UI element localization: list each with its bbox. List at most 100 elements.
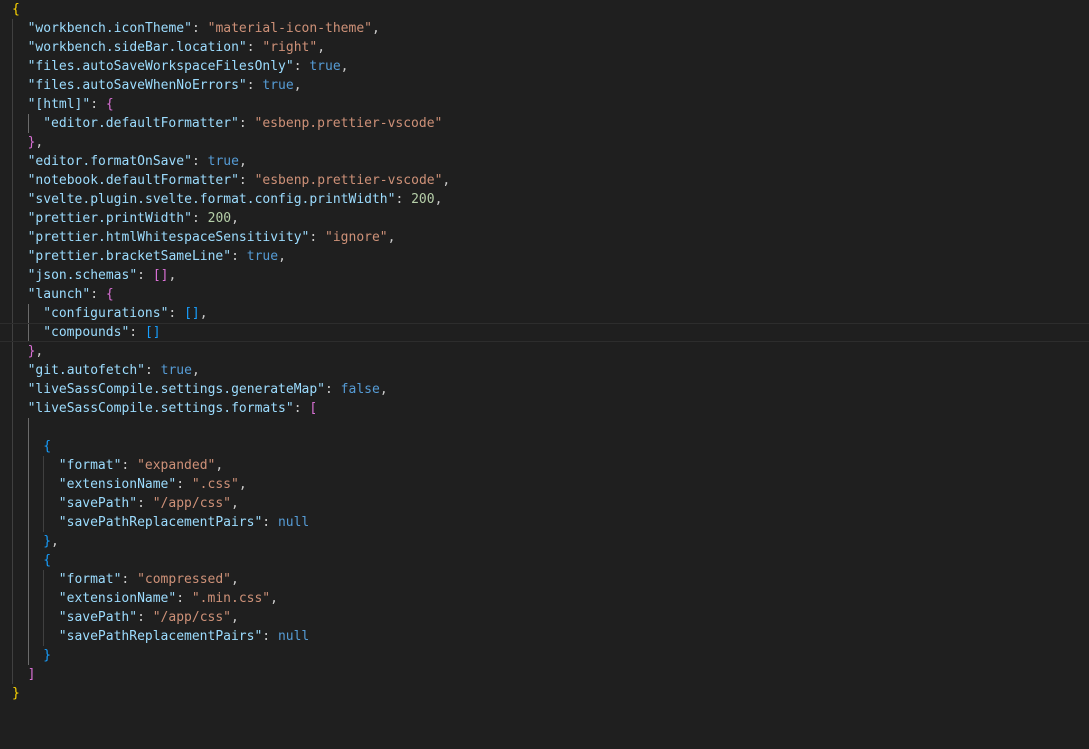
code-line[interactable]: "savePathReplacementPairs": null [0,627,1089,646]
code-line[interactable]: "liveSassCompile.settings.formats": [ [0,399,1089,418]
code-line[interactable]: "format": "expanded", [0,456,1089,475]
code-token: , [168,268,177,283]
code-line-content: "editor.formatOnSave": true, [28,152,247,171]
code-token: [ [309,401,318,416]
code-line[interactable]: "prettier.htmlWhitespaceSensitivity": "i… [0,228,1089,247]
code-line-content: "savePath": "/app/css", [59,608,239,627]
code-token: , [442,173,451,188]
code-line[interactable]: "editor.defaultFormatter": "esbenp.prett… [0,114,1089,133]
code-line[interactable]: "liveSassCompile.settings.generateMap": … [0,380,1089,399]
code-token: "extensionName" [58,591,177,606]
code-line-content: } [43,646,51,665]
code-token: , [293,78,302,93]
code-line[interactable]: "workbench.sideBar.location": "right", [0,38,1089,57]
code-token: : [191,211,208,226]
code-line-content: "files.autoSaveWorkspaceFilesOnly": true… [28,57,349,76]
code-token: "prettier.htmlWhitespaceSensitivity" [27,230,310,245]
code-token: , [372,21,380,36]
code-token: "launch" [27,287,91,302]
code-line[interactable]: "[html]": { [0,95,1089,114]
code-line[interactable]: "launch": { [0,285,1089,304]
code-token: true [246,249,279,264]
code-line[interactable]: "notebook.defaultFormatter": "esbenp.pre… [0,171,1089,190]
code-token: true [262,78,294,93]
code-line[interactable]: "prettier.bracketSameLine": true, [0,247,1089,266]
code-token: , [238,477,247,492]
code-line-content: } [12,684,20,703]
code-line[interactable]: "extensionName": ".min.css", [0,589,1089,608]
code-line[interactable]: "files.autoSaveWorkspaceFilesOnly": true… [0,57,1089,76]
code-line[interactable]: "git.autofetch": true, [0,361,1089,380]
code-token: : [238,116,255,131]
code-line-content: "[html]": { [28,95,114,114]
code-token: : [137,268,153,283]
code-token: [] [184,306,200,321]
code-token: : [137,610,153,625]
code-token: "right" [262,40,318,55]
code-token: "compounds" [43,325,130,340]
code-line-content: ] [28,665,36,684]
code-token: "workbench.iconTheme" [27,21,192,36]
code-token: true [207,154,239,169]
code-line-content: }, [43,532,59,551]
code-token: { [43,553,52,568]
code-token: : [395,192,412,207]
code-line[interactable]: } [0,684,1089,703]
code-token: "savePath" [58,610,138,625]
code-line[interactable]: "prettier.printWidth": 200, [0,209,1089,228]
code-line[interactable]: }, [0,342,1089,361]
code-token: , [199,306,208,321]
code-token: , [379,382,388,397]
code-line[interactable]: ] [0,665,1089,684]
current-code-line[interactable]: "compounds": [] [0,323,1089,342]
code-line[interactable]: } [0,646,1089,665]
code-line-content: "prettier.bracketSameLine": true, [28,247,286,266]
code-line[interactable]: "format": "compressed", [0,570,1089,589]
code-token: , [231,610,239,625]
code-token: "format" [58,458,122,473]
code-token: , [231,496,239,511]
code-token: "extensionName" [58,477,177,492]
code-token: [] [152,268,169,283]
code-line-content: "configurations": [], [43,304,207,323]
code-token: , [387,230,396,245]
code-token: "expanded" [137,458,216,473]
code-line-content: "extensionName": ".min.css", [59,589,278,608]
code-line[interactable]: "editor.formatOnSave": true, [0,152,1089,171]
code-token: { [105,97,114,112]
code-token: , [317,40,326,55]
code-editor[interactable]: {"workbench.iconTheme": "material-icon-t… [0,0,1089,749]
code-line[interactable]: "svelte.plugin.svelte.format.config.prin… [0,190,1089,209]
code-line[interactable]: "savePathReplacementPairs": null [0,513,1089,532]
code-token: 200 [207,211,232,226]
code-line[interactable]: }, [0,133,1089,152]
code-line-content: "prettier.printWidth": 200, [28,209,239,228]
code-line-content: "extensionName": ".css", [59,475,247,494]
code-token: : [262,515,278,530]
code-token: : [293,401,310,416]
code-line-content: "launch": { [28,285,114,304]
code-line[interactable] [0,418,1089,437]
code-token: : [238,173,255,188]
code-line[interactable]: { [0,0,1089,19]
code-line[interactable]: }, [0,532,1089,551]
code-token: ] [27,667,36,682]
code-token: "esbenp.prettier-vscode" [254,116,443,131]
code-line[interactable]: "files.autoSaveWhenNoErrors": true, [0,76,1089,95]
code-line[interactable]: "json.schemas": [], [0,266,1089,285]
code-line[interactable]: "extensionName": ".css", [0,475,1089,494]
code-line[interactable]: { [0,551,1089,570]
code-line[interactable]: "savePath": "/app/css", [0,494,1089,513]
code-token: : [90,97,106,112]
code-token: : [137,496,153,511]
code-line[interactable]: "configurations": [], [0,304,1089,323]
code-token: , [238,154,247,169]
code-line[interactable]: "workbench.iconTheme": "material-icon-th… [0,19,1089,38]
code-token: , [231,211,239,226]
code-token: "editor.defaultFormatter" [43,116,239,131]
code-line[interactable]: { [0,437,1089,456]
code-token: : [231,249,247,264]
code-line[interactable]: "savePath": "/app/css", [0,608,1089,627]
code-token: : [293,59,310,74]
code-token: : [262,629,278,644]
